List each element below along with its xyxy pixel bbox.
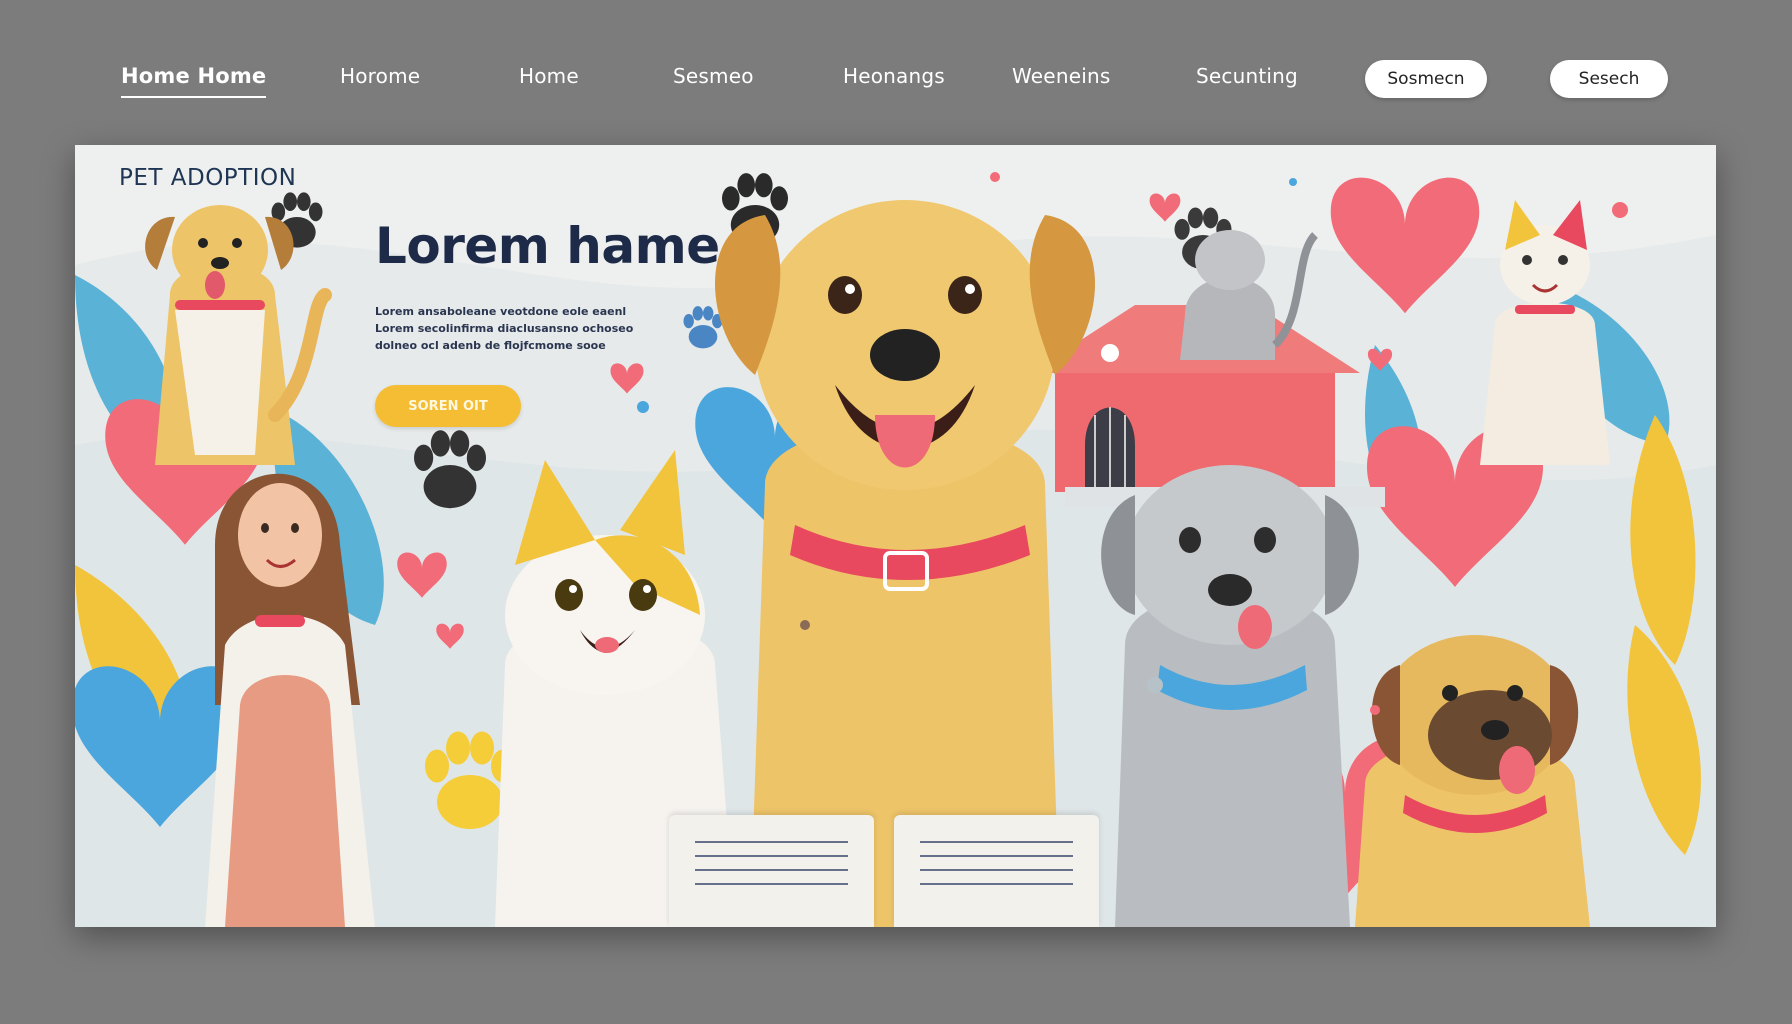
hero-body-text: Lorem ansaboleane veotdone eole eaenl Lo… <box>375 305 634 352</box>
top-navigation: Home Home Horome Home Sesmeo Heonangs We… <box>0 0 1792 145</box>
grey-dog-illustration <box>1101 465 1359 927</box>
nav-link-home[interactable]: Home <box>519 64 579 88</box>
search-button[interactable]: Sesech <box>1550 60 1668 98</box>
text-line <box>920 869 1073 871</box>
nav-link-horome[interactable]: Horome <box>340 64 420 88</box>
text-line <box>695 869 848 871</box>
text-line <box>695 883 848 885</box>
text-line <box>695 841 848 843</box>
cta-button[interactable]: SOREN OIT <box>375 385 521 427</box>
hero-headline: Lorem hame <box>375 217 720 275</box>
active-underline <box>121 96 267 98</box>
info-card[interactable] <box>894 815 1099 927</box>
nav-link-secunting[interactable]: Secunting <box>1196 64 1298 88</box>
hero-banner: PET ADOPTION Lorem hame Lorem ansabolean… <box>75 145 1716 927</box>
nav-search-pill-button[interactable]: Sosmecn <box>1365 60 1487 98</box>
brown-dog-illustration <box>1355 635 1590 927</box>
info-card[interactable] <box>669 815 874 927</box>
text-line <box>920 841 1073 843</box>
hero-illustration <box>75 172 1716 927</box>
nav-link-heonangs[interactable]: Heonangs <box>843 64 945 88</box>
nav-link-label: Home Home <box>121 64 267 88</box>
nav-link-home-home[interactable]: Home Home <box>121 64 267 98</box>
eyebrow-label: PET ADOPTION <box>119 165 297 191</box>
nav-link-sesmeo[interactable]: Sesmeo <box>673 64 754 88</box>
text-line <box>920 855 1073 857</box>
cat-top-right-illustration <box>1480 200 1610 465</box>
text-line <box>920 883 1073 885</box>
nav-link-weeneins[interactable]: Weeneins <box>1012 64 1110 88</box>
text-line <box>695 855 848 857</box>
